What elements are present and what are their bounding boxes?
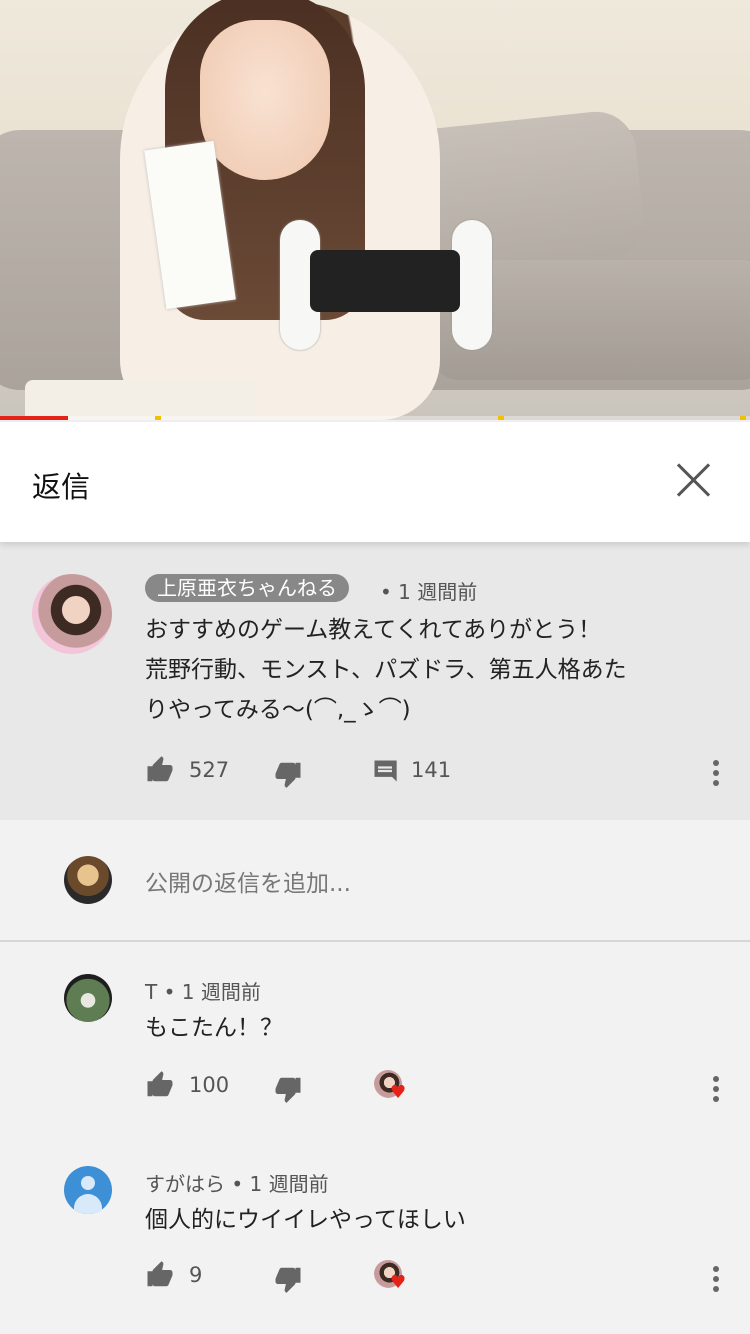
current-user-avatar: [64, 856, 112, 904]
thumbs-up-icon[interactable]: [145, 755, 175, 785]
channel-name-chip[interactable]: 上原亜衣ちゃんねる: [145, 574, 349, 602]
reply-actions: 9 ♥: [145, 1260, 725, 1300]
more-options-icon[interactable]: [712, 1264, 720, 1294]
reply-comment-icon[interactable]: [371, 757, 399, 785]
reply-text: 個人的にウイイレやってほしい: [145, 1207, 466, 1233]
comment-line: りやってみる〜(⌒,_ゝ⌒): [145, 697, 411, 723]
comment-actions: 527 141: [145, 755, 725, 795]
video-player[interactable]: [0, 0, 750, 420]
video-progress-bar[interactable]: [0, 416, 750, 420]
reply-meta: すがはら • 1 週間前: [145, 1168, 329, 1197]
reply-time: • 1 週間前: [231, 1172, 329, 1196]
like-count: 100: [189, 1073, 230, 1097]
reply-meta: T • 1 週間前: [145, 976, 261, 1005]
comment-line: 荒野行動、モンスト、パズドラ、第五人格あた: [145, 657, 627, 683]
like-count: 527: [189, 758, 230, 782]
video-progress-fill: [0, 416, 68, 420]
video-ad-marker: [498, 416, 504, 420]
comment-time: • 1 週間前: [380, 580, 478, 604]
reply-author[interactable]: すがはら: [145, 1172, 225, 1196]
replies-title: 返信: [32, 470, 91, 504]
thumbs-down-icon[interactable]: [273, 759, 303, 789]
avatar[interactable]: [64, 974, 112, 1022]
thumbs-up-icon[interactable]: [145, 1260, 175, 1290]
video-frame-face: [200, 20, 330, 180]
thumbs-down-icon[interactable]: [273, 1264, 303, 1294]
reply-count: 141: [411, 758, 452, 782]
creator-heart-badge: ♥: [374, 1260, 406, 1292]
add-reply-row: 公開の返信を追加...: [0, 820, 750, 942]
reply-item: すがはら • 1 週間前 個人的にウイイレやってほしい 9 ♥: [0, 1134, 750, 1324]
video-frame-tray: [25, 380, 255, 420]
heart-icon: ♥: [390, 1082, 407, 1103]
add-reply-input[interactable]: 公開の返信を追加...: [145, 864, 351, 898]
more-options-icon[interactable]: [712, 758, 720, 788]
comment-line: おすすめのゲーム教えてくれてありがとう！: [145, 617, 602, 643]
video-frame-binaural-mic: [310, 250, 460, 312]
creator-heart-badge: ♥: [374, 1070, 406, 1102]
reply-text: もこたん！？: [145, 1015, 283, 1041]
close-icon[interactable]: [674, 460, 714, 500]
avatar[interactable]: [64, 1166, 112, 1214]
like-count: 9: [189, 1263, 203, 1287]
video-ad-marker: [155, 416, 161, 420]
main-comment: 上原亜衣ちゃんねる • 1 週間前 おすすめのゲーム教えてくれてありがとう！ 荒…: [0, 542, 750, 820]
heart-icon: ♥: [390, 1272, 407, 1293]
reply-author[interactable]: T: [145, 980, 157, 1004]
thumbs-up-icon[interactable]: [145, 1070, 175, 1100]
video-ad-marker: [740, 416, 746, 420]
reply-actions: 100 ♥: [145, 1070, 725, 1110]
more-options-icon[interactable]: [712, 1074, 720, 1104]
avatar[interactable]: [32, 574, 112, 654]
reply-item: T • 1 週間前 もこたん！？ 100 ♥: [0, 942, 750, 1132]
comment-text: おすすめのゲーム教えてくれてありがとう！ 荒野行動、モンスト、パズドラ、第五人格…: [145, 610, 715, 730]
reply-time: • 1 週間前: [163, 980, 261, 1004]
thumbs-down-icon[interactable]: [273, 1074, 303, 1104]
replies-header: 返信: [0, 422, 750, 542]
